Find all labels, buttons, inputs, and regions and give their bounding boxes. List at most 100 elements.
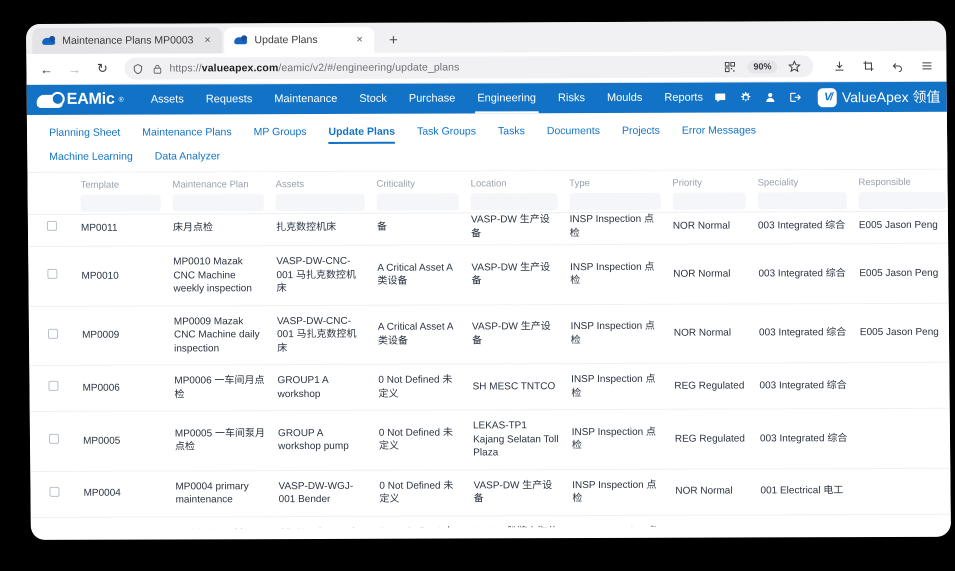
address-bar[interactable]: https://valueapex.com/eamic/v2/#/enginee… (124, 55, 813, 79)
reload-button[interactable]: ↻ (90, 57, 114, 81)
undo-icon[interactable] (887, 56, 907, 76)
row-checkbox[interactable] (48, 381, 58, 391)
nav-item-maintenance[interactable]: Maintenance (263, 84, 348, 114)
subnav-item-data-analyzer[interactable]: Data Analyzer (155, 145, 221, 169)
cell-plan: MP0005 一车间泵月点检 (169, 411, 273, 471)
download-icon[interactable] (829, 56, 849, 76)
cell-priority: NOR Normal (667, 244, 753, 304)
filter-input-location[interactable] (471, 193, 558, 210)
table-row[interactable]: MP0006MP0006 一车间月点检GROUP1 A workshop0 No… (29, 362, 951, 412)
table-row[interactable]: MP0003MP0003 machine maintenanceSP-SH Sh… (31, 513, 951, 529)
column-header-assets[interactable]: Assets (270, 172, 371, 214)
filter-input-type[interactable] (569, 193, 660, 210)
subnav-item-machine-learning[interactable]: Machine Learning (49, 146, 133, 170)
browser-tab-update-plans[interactable]: Update Plans × (224, 27, 374, 54)
app-nav-actions: V̸ ValueApex 领值 (714, 82, 949, 113)
cell-criticality: 0 Not Defined 未定义 (374, 515, 469, 529)
close-icon[interactable]: × (352, 33, 366, 47)
row-checkbox[interactable] (46, 221, 56, 231)
cell-priority: REG Regulated (670, 514, 756, 529)
crop-icon[interactable] (858, 56, 878, 76)
shield-icon[interactable] (131, 62, 144, 75)
table-row[interactable]: MP0009MP0009 Mazak CNC Machine daily ins… (29, 302, 951, 365)
column-header-maintenance-plan[interactable]: Maintenance Plan (166, 172, 270, 214)
update-plans-table-container[interactable]: Template Maintenance Plan Assets Cr (27, 170, 950, 529)
lock-icon[interactable] (150, 62, 163, 75)
cell-assets: VASP-DW-CNC-001 马扎克数控机床 (270, 245, 371, 305)
subnav-item-task-groups[interactable]: Task Groups (417, 120, 476, 144)
back-button[interactable]: ← (34, 57, 58, 81)
row-select-cell[interactable] (28, 214, 75, 246)
filter-input-priority[interactable] (672, 192, 745, 209)
gear-icon[interactable] (740, 91, 752, 103)
subnav-row-1: Planning Sheet Maintenance Plans MP Grou… (27, 119, 947, 146)
subnav-item-error-messages[interactable]: Error Messages (682, 119, 756, 143)
subnav-item-planning-sheet[interactable]: Planning Sheet (49, 122, 120, 146)
cell-plan: MP0004 primary maintenance (169, 470, 273, 516)
nav-item-moulds[interactable]: Moulds (596, 83, 654, 113)
cell-responsible: E005 Jason Peng (854, 303, 951, 363)
subnav-item-mp-groups[interactable]: MP Groups (253, 121, 306, 145)
browser-tab-maintenance-plans[interactable]: Maintenance Plans MP0003 × (32, 27, 223, 54)
table-row[interactable]: MP0011床月点检扎克数控机床备VASP-DW 生产设备INSP Inspec… (28, 211, 951, 247)
row-checkbox[interactable] (47, 269, 57, 279)
cell-plan: MP0010 Mazak CNC Machine weekly inspecti… (167, 246, 271, 306)
row-select-cell[interactable] (30, 411, 78, 471)
nav-item-risks[interactable]: Risks (547, 83, 596, 113)
chat-icon[interactable] (714, 92, 727, 104)
row-checkbox[interactable] (49, 487, 59, 497)
column-header-criticality[interactable]: Criticality (370, 171, 465, 213)
new-tab-button[interactable]: + (382, 29, 404, 51)
table-row[interactable]: MP0004MP0004 primary maintenanceVASP-DW-… (30, 467, 951, 517)
star-icon[interactable] (784, 56, 804, 76)
forward-button[interactable]: → (62, 57, 86, 81)
subnav-item-projects[interactable]: Projects (622, 120, 660, 144)
column-header-priority[interactable]: Priority (666, 170, 752, 212)
cell-template: MP0009 (76, 306, 168, 366)
column-header-type[interactable]: Type (563, 171, 667, 213)
zoom-level-badge[interactable]: 90% (747, 60, 777, 73)
subnav-item-maintenance-plans[interactable]: Maintenance Plans (142, 121, 232, 145)
nav-item-reports[interactable]: Reports (653, 83, 714, 113)
screenshot-stage: Maintenance Plans MP0003 × Update Plans … (0, 0, 955, 571)
nav-item-stock[interactable]: Stock (348, 84, 398, 114)
table-row[interactable]: MP0005MP0005 一车间泵月点检GROUP A workshop pum… (30, 408, 951, 471)
column-header-template[interactable]: Template (74, 173, 166, 215)
row-checkbox[interactable] (48, 434, 58, 444)
cell-criticality: A Critical Asset A类设备 (371, 245, 466, 305)
cell-responsible: E005 Jason Peng (853, 211, 951, 243)
close-icon[interactable]: × (200, 33, 214, 47)
qr-code-icon[interactable] (720, 57, 740, 77)
filter-input-template[interactable] (81, 195, 161, 212)
nav-item-requests[interactable]: Requests (195, 84, 264, 114)
row-checkbox[interactable] (47, 328, 57, 338)
eamic-brand[interactable]: EAMic ® (37, 85, 140, 115)
filter-input-speciality[interactable] (758, 192, 847, 209)
cell-assets: 扎克数控机床 (270, 213, 371, 245)
filter-input-assets[interactable] (276, 194, 365, 211)
user-icon[interactable] (765, 91, 776, 103)
hamburger-menu-icon[interactable] (916, 56, 936, 76)
subnav-item-documents[interactable]: Documents (547, 120, 600, 144)
table-row[interactable]: MP0010MP0010 Mazak CNC Machine weekly in… (28, 243, 951, 306)
row-select-cell[interactable] (31, 517, 79, 529)
column-header-speciality[interactable]: Speciality (751, 170, 852, 212)
row-select-cell[interactable] (28, 246, 76, 306)
logout-icon[interactable] (789, 91, 801, 103)
column-header-location[interactable]: Location (465, 171, 564, 213)
cell-responsible (855, 468, 951, 514)
nav-item-assets[interactable]: Assets (140, 84, 195, 114)
column-label: Type (569, 178, 660, 189)
row-select-cell[interactable] (29, 306, 77, 366)
subnav-item-update-plans[interactable]: Update Plans (328, 121, 395, 145)
brand-name: EAMic (67, 91, 115, 109)
row-select-cell[interactable] (29, 365, 77, 411)
nav-item-purchase[interactable]: Purchase (398, 83, 467, 113)
filter-input-criticality[interactable] (377, 193, 459, 210)
column-header-responsible[interactable]: Responsible (852, 170, 951, 212)
filter-input-maintenance-plan[interactable] (173, 194, 264, 211)
nav-item-engineering[interactable]: Engineering (466, 83, 547, 113)
row-select-cell[interactable] (30, 471, 78, 517)
subnav-item-tasks[interactable]: Tasks (498, 120, 525, 144)
filter-input-responsible[interactable] (859, 192, 946, 209)
